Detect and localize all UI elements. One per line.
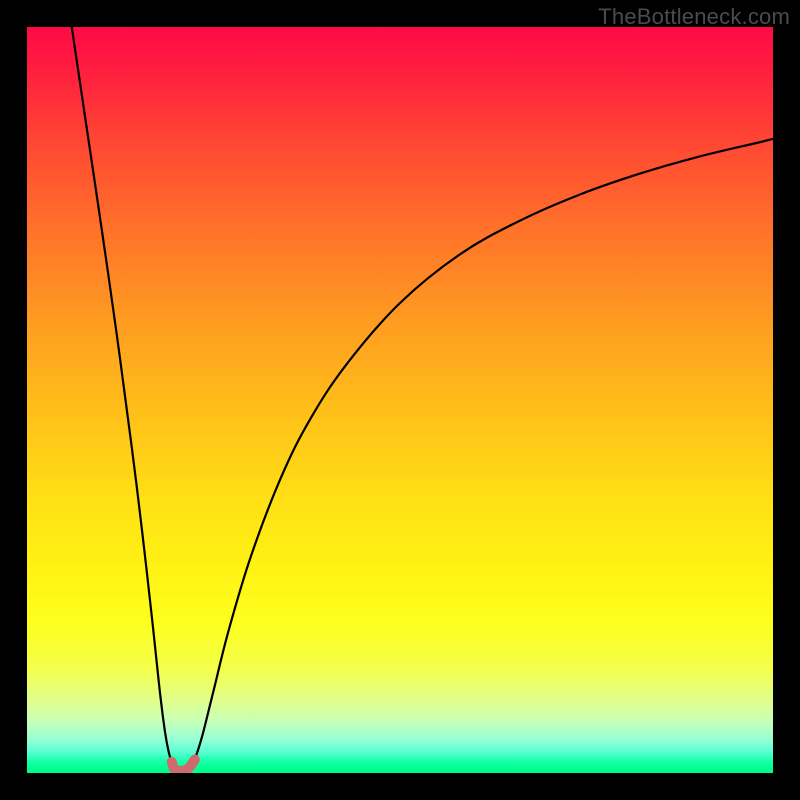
curve-left-branch (72, 27, 172, 762)
curve-layer (27, 27, 773, 773)
curve-right-branch (195, 139, 773, 760)
chart-frame: TheBottleneck.com (0, 0, 800, 800)
plot-area (27, 27, 773, 773)
curve-valley-bottom (172, 760, 195, 771)
